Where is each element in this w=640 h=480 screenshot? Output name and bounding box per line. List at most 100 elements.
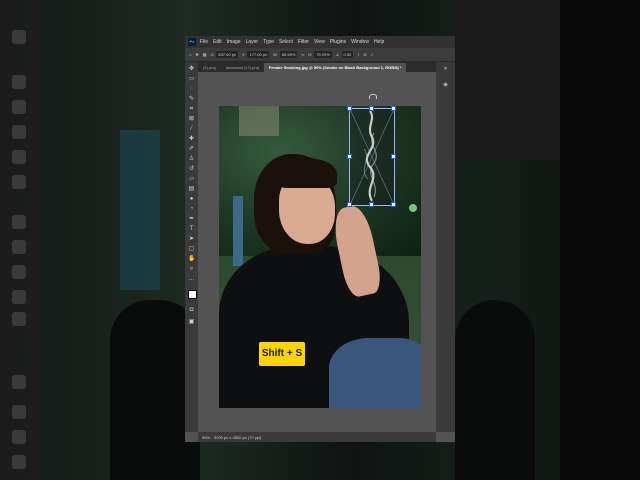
transform-handle[interactable] (391, 154, 396, 159)
transform-handle[interactable] (347, 106, 352, 111)
blurred-tool-icon (12, 215, 26, 229)
menu-plugins[interactable]: Plugins (330, 39, 346, 45)
document-size: 3000 px x 4500 px (72 ppi) (214, 434, 262, 440)
menu-image[interactable]: Image (227, 39, 241, 45)
x-label: X: (210, 52, 215, 57)
blurred-tool-icon (12, 375, 26, 389)
blurred-tool-icon (12, 405, 26, 419)
screen-mode-icon[interactable]: ▣ (188, 319, 195, 326)
angle-icon: ∠ (335, 52, 340, 57)
height-field[interactable]: 75.29% (314, 51, 332, 58)
blurred-tool-icon (12, 430, 26, 444)
quick-mask-icon[interactable]: ◘ (188, 307, 195, 314)
commit-transform-icon[interactable]: ✓ (371, 52, 374, 57)
document-tab-bar: (2).png download (17).png Female Smoking… (198, 62, 436, 72)
brush-tool-icon[interactable]: ✐ (188, 146, 195, 153)
blurred-panel (455, 0, 560, 160)
menu-bar: Ps File Edit Image Layer Type Select Fil… (185, 36, 455, 48)
home-icon[interactable]: ⌂ (189, 52, 191, 57)
blurred-tool-icon (12, 290, 26, 304)
healing-brush-tool-icon[interactable]: ✚ (188, 136, 195, 143)
blur-tool-icon[interactable]: ● (188, 196, 195, 203)
transform-handle[interactable] (391, 106, 396, 111)
photo-blue-post (233, 196, 243, 266)
angle-field[interactable]: 0.00 (341, 51, 354, 58)
width-field[interactable]: 65.59% (279, 51, 298, 58)
history-brush-tool-icon[interactable]: ↺ (188, 166, 195, 173)
blurred-tool-icon (12, 150, 26, 164)
smoke-layer-transform-box[interactable] (347, 106, 396, 207)
move-tool-icon[interactable]: ✥ (188, 66, 195, 73)
menu-window[interactable]: Window (351, 39, 369, 45)
more-tools-icon[interactable]: … (188, 276, 195, 283)
move-tool-icon[interactable]: ✥ (195, 52, 198, 57)
y-position-field[interactable]: 177.00 px (247, 51, 270, 58)
lasso-tool-icon[interactable]: ◌ (188, 86, 195, 93)
y-label: Y: (241, 52, 246, 57)
marquee-tool-icon[interactable]: ▭ (188, 76, 195, 83)
menu-edit[interactable]: Edit (213, 39, 222, 45)
tab-document-2[interactable]: download (17).png (221, 63, 264, 72)
blurred-tool-icon (12, 100, 26, 114)
photo-light-spot (409, 204, 417, 212)
reference-point-icon[interactable]: ▦ (203, 52, 207, 57)
eraser-tool-icon[interactable]: ▱ (188, 176, 195, 183)
type-tool-icon[interactable]: T (188, 226, 195, 233)
blurred-dark-edge (560, 0, 640, 480)
blurred-tool-icon (12, 455, 26, 469)
menu-help[interactable]: Help (374, 39, 384, 45)
menu-type[interactable]: Type (263, 39, 274, 45)
warp-icon[interactable]: ⌇ (357, 52, 359, 57)
tab-document-1[interactable]: (2).png (198, 63, 221, 72)
shortcut-badge: Shift + S (259, 342, 305, 366)
blurred-tool-icon (12, 312, 26, 326)
blurred-tool-icon (12, 175, 26, 189)
tab-document-active[interactable]: Female Smoking.jpg @ 50% (Smoke on Black… (263, 63, 407, 72)
menu-select[interactable]: Select (279, 39, 293, 45)
zoom-tool-icon[interactable]: ⌕ (188, 266, 195, 273)
blurred-tool-icon (12, 75, 26, 89)
w-label: W: (273, 52, 278, 57)
path-selection-tool-icon[interactable]: ➤ (188, 236, 195, 243)
shape-tool-icon[interactable]: ▢ (188, 246, 195, 253)
gradient-tool-icon[interactable]: ▤ (188, 186, 195, 193)
clone-stamp-tool-icon[interactable]: ♙ (188, 156, 195, 163)
expand-panels-icon[interactable]: » (442, 66, 449, 73)
foreground-color-swatch[interactable] (188, 290, 197, 299)
transform-handle[interactable] (391, 202, 396, 207)
photo-jeans (329, 338, 421, 408)
frame-tool-icon[interactable]: ⊠ (188, 116, 195, 123)
x-position-field[interactable]: 837.00 px (216, 51, 238, 58)
rotate-handle-icon[interactable] (369, 94, 377, 99)
zoom-level[interactable]: 50% (202, 435, 210, 440)
h-label: H: (308, 52, 313, 57)
blurred-tool-icon (12, 265, 26, 279)
transform-handle[interactable] (347, 202, 352, 207)
link-icon[interactable]: ∞ (301, 52, 304, 57)
blurred-tool-icon (12, 30, 26, 44)
cancel-transform-icon[interactable]: ⊘ (363, 52, 366, 57)
smoke-layer (349, 108, 395, 206)
blurred-tool-icon (12, 125, 26, 139)
menu-view[interactable]: View (314, 39, 325, 45)
pen-tool-icon[interactable]: ✒ (188, 216, 195, 223)
photoshop-logo-icon: Ps (188, 38, 196, 46)
blurred-tool-icon (12, 240, 26, 254)
blurred-figure (455, 300, 535, 480)
transform-handle[interactable] (369, 202, 374, 207)
blurred-post (120, 130, 160, 290)
hand-tool-icon[interactable]: ✋ (188, 256, 195, 263)
menu-filter[interactable]: Filter (298, 39, 309, 45)
layers-icon[interactable]: ◈ (442, 82, 449, 89)
options-bar: ⌂ ✥ ▦ X: 837.00 px Y: 177.00 px W: 65.59… (185, 48, 455, 62)
menu-file[interactable]: File (200, 39, 208, 45)
transform-handle[interactable] (369, 106, 374, 111)
photo-building (239, 106, 279, 136)
dodge-tool-icon[interactable]: ◔ (188, 206, 195, 213)
photoshop-window: Ps File Edit Image Layer Type Select Fil… (185, 36, 455, 442)
eyedropper-tool-icon[interactable]: ⁄ (188, 126, 195, 133)
menu-layer[interactable]: Layer (246, 39, 259, 45)
transform-handle[interactable] (347, 154, 352, 159)
crop-tool-icon[interactable]: ⌗ (188, 106, 195, 113)
quick-select-tool-icon[interactable]: ✎ (188, 96, 195, 103)
